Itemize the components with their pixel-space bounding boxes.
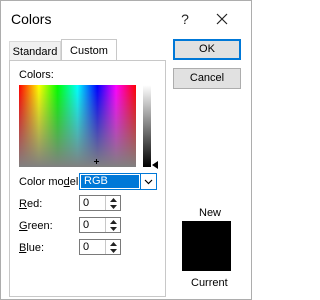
spin-down-icon	[110, 226, 117, 231]
color-spectrum[interactable]	[19, 85, 136, 167]
red-increment-button[interactable]	[106, 196, 121, 203]
blue-label: Blue:	[19, 242, 45, 254]
tab-standard[interactable]: Standard	[9, 41, 61, 61]
spin-down-icon	[110, 204, 117, 209]
spin-up-icon	[110, 219, 117, 224]
colors-dialog: Colors ? Standard Custom Colors: Color m…	[0, 0, 252, 300]
spin-up-icon	[110, 197, 117, 202]
green-label: Green:	[19, 220, 53, 232]
luminance-pointer-icon[interactable]	[152, 161, 158, 169]
ok-button[interactable]: OK	[173, 39, 241, 60]
current-color-label: Current	[191, 277, 228, 289]
new-color-label: New	[199, 207, 222, 219]
help-button[interactable]: ?	[170, 7, 200, 31]
green-stepper[interactable]: 0	[79, 217, 121, 233]
dropdown-button[interactable]	[140, 174, 156, 189]
spin-up-icon	[110, 241, 117, 246]
color-preview-swatch	[182, 221, 231, 271]
close-icon	[216, 13, 228, 25]
cancel-button[interactable]: Cancel	[173, 68, 241, 89]
red-stepper[interactable]: 0	[79, 195, 121, 211]
dialog-title: Colors	[11, 11, 52, 27]
spin-down-icon	[110, 248, 117, 253]
green-decrement-button[interactable]	[106, 225, 121, 232]
color-model-value: RGB	[81, 175, 139, 188]
red-spin	[105, 196, 121, 210]
title-bar: Colors ?	[1, 1, 251, 37]
red-decrement-button[interactable]	[106, 203, 121, 210]
green-spin	[105, 218, 121, 232]
green-value[interactable]: 0	[83, 219, 89, 231]
blue-stepper[interactable]: 0	[79, 239, 121, 255]
blue-value[interactable]: 0	[83, 241, 89, 253]
red-label: Red:	[19, 198, 43, 210]
tab-custom[interactable]: Custom	[61, 39, 117, 61]
blue-decrement-button[interactable]	[106, 247, 121, 254]
color-model-select[interactable]: RGB	[79, 173, 157, 190]
luminance-slider[interactable]	[143, 85, 151, 167]
colors-label: Colors:	[19, 69, 54, 81]
green-increment-button[interactable]	[106, 218, 121, 225]
blue-increment-button[interactable]	[106, 240, 121, 247]
crosshair-icon	[94, 159, 99, 164]
red-value[interactable]: 0	[83, 197, 89, 209]
blue-spin	[105, 240, 121, 254]
close-button[interactable]	[207, 7, 237, 31]
color-model-label: Color model:	[19, 176, 82, 188]
chevron-down-icon	[144, 179, 153, 184]
